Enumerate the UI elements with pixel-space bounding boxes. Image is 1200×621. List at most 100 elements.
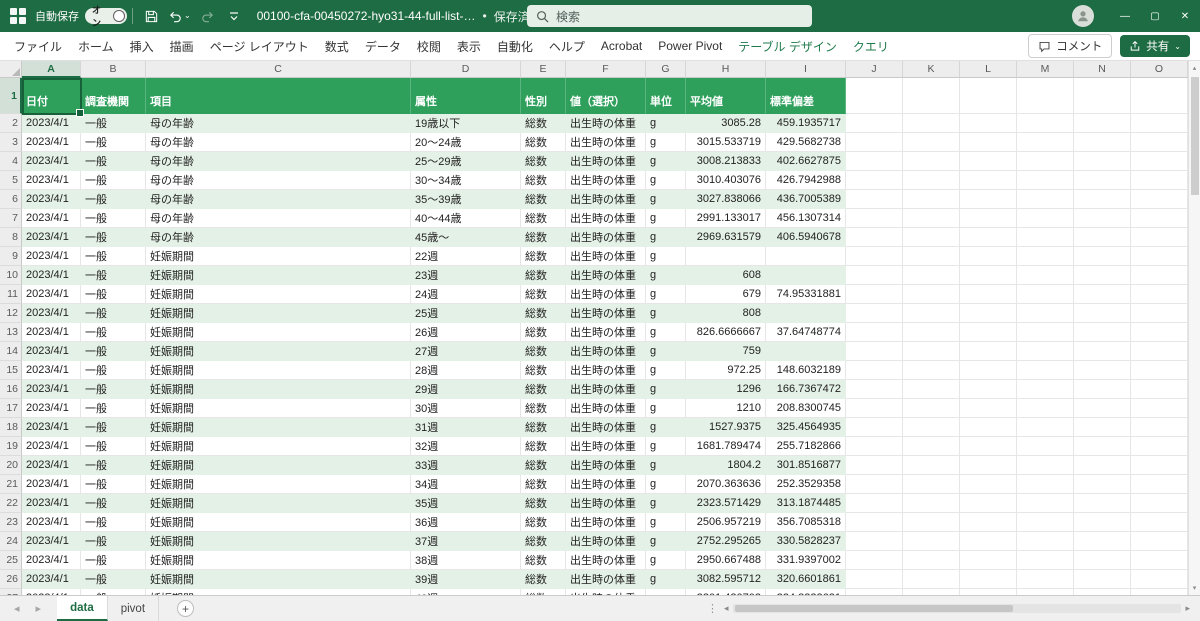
cell-A9[interactable]: 2023/4/1 <box>22 247 81 266</box>
document-title[interactable]: 00100-cfa-00450272-hyo31-44-full-list-… … <box>257 8 557 25</box>
cell-A2[interactable]: 2023/4/1 <box>22 114 81 133</box>
cell-A12[interactable]: 2023/4/1 <box>22 304 81 323</box>
cell-H22[interactable]: 2323.571429 <box>686 494 766 513</box>
share-button[interactable]: 共有 ⌄ <box>1120 35 1190 57</box>
cell-B1[interactable]: 調査機関 <box>81 78 146 114</box>
cell-J16[interactable] <box>846 380 903 399</box>
cell-H16[interactable]: 1296 <box>686 380 766 399</box>
cell-C17[interactable]: 妊娠期間 <box>146 399 411 418</box>
cell-L22[interactable] <box>960 494 1017 513</box>
cell-F6[interactable]: 出生時の体重 <box>566 190 646 209</box>
cell-G10[interactable]: g <box>646 266 686 285</box>
cell-O21[interactable] <box>1131 475 1188 494</box>
cell-E24[interactable]: 総数 <box>521 532 566 551</box>
cell-E23[interactable]: 総数 <box>521 513 566 532</box>
cell-K15[interactable] <box>903 361 960 380</box>
cell-F3[interactable]: 出生時の体重 <box>566 133 646 152</box>
cell-J22[interactable] <box>846 494 903 513</box>
cell-I16[interactable]: 166.7367472 <box>766 380 846 399</box>
cell-E11[interactable]: 総数 <box>521 285 566 304</box>
cell-D26[interactable]: 39週 <box>411 570 521 589</box>
cell-O25[interactable] <box>1131 551 1188 570</box>
cell-D17[interactable]: 30週 <box>411 399 521 418</box>
cell-G1[interactable]: 単位 <box>646 78 686 114</box>
cell-M16[interactable] <box>1017 380 1074 399</box>
cell-N13[interactable] <box>1074 323 1131 342</box>
cell-J8[interactable] <box>846 228 903 247</box>
row-header-2[interactable]: 2 <box>0 114 22 133</box>
cell-H6[interactable]: 3027.838066 <box>686 190 766 209</box>
cell-M24[interactable] <box>1017 532 1074 551</box>
cell-L7[interactable] <box>960 209 1017 228</box>
row-header-15[interactable]: 15 <box>0 361 22 380</box>
save-button[interactable] <box>139 3 163 29</box>
row-header-5[interactable]: 5 <box>0 171 22 190</box>
cell-O22[interactable] <box>1131 494 1188 513</box>
cell-F5[interactable]: 出生時の体重 <box>566 171 646 190</box>
cell-G14[interactable]: g <box>646 342 686 361</box>
cell-E9[interactable]: 総数 <box>521 247 566 266</box>
cell-K26[interactable] <box>903 570 960 589</box>
cell-F15[interactable]: 出生時の体重 <box>566 361 646 380</box>
cell-F18[interactable]: 出生時の体重 <box>566 418 646 437</box>
cell-O7[interactable] <box>1131 209 1188 228</box>
cell-D23[interactable]: 36週 <box>411 513 521 532</box>
cell-K7[interactable] <box>903 209 960 228</box>
column-header-B[interactable]: B <box>81 61 146 78</box>
cell-I8[interactable]: 406.5940678 <box>766 228 846 247</box>
cell-I19[interactable]: 255.7182866 <box>766 437 846 456</box>
cell-C8[interactable]: 母の年齢 <box>146 228 411 247</box>
column-header-M[interactable]: M <box>1017 61 1074 78</box>
cell-K1[interactable] <box>903 78 960 114</box>
cell-D12[interactable]: 25週 <box>411 304 521 323</box>
row-header-6[interactable]: 6 <box>0 190 22 209</box>
cell-F12[interactable]: 出生時の体重 <box>566 304 646 323</box>
menu-tab-home[interactable]: ホーム <box>70 32 122 60</box>
cell-G11[interactable]: g <box>646 285 686 304</box>
cell-I7[interactable]: 456.1307314 <box>766 209 846 228</box>
cell-L26[interactable] <box>960 570 1017 589</box>
cell-N19[interactable] <box>1074 437 1131 456</box>
cell-F17[interactable]: 出生時の体重 <box>566 399 646 418</box>
cell-K3[interactable] <box>903 133 960 152</box>
cell-O26[interactable] <box>1131 570 1188 589</box>
row-header-1[interactable]: 1 <box>0 78 22 114</box>
cell-O3[interactable] <box>1131 133 1188 152</box>
sheet-tab-pivot[interactable]: pivot <box>108 596 159 621</box>
cell-G22[interactable]: g <box>646 494 686 513</box>
cell-E6[interactable]: 総数 <box>521 190 566 209</box>
row-header-17[interactable]: 17 <box>0 399 22 418</box>
cell-B13[interactable]: 一般 <box>81 323 146 342</box>
cell-N16[interactable] <box>1074 380 1131 399</box>
cell-L24[interactable] <box>960 532 1017 551</box>
cell-H20[interactable]: 1804.2 <box>686 456 766 475</box>
cell-C5[interactable]: 母の年齢 <box>146 171 411 190</box>
cell-G20[interactable]: g <box>646 456 686 475</box>
cell-E8[interactable]: 総数 <box>521 228 566 247</box>
cell-D1[interactable]: 属性 <box>411 78 521 114</box>
cell-L20[interactable] <box>960 456 1017 475</box>
sheet-nav-left-icon[interactable]: ◂ <box>14 602 20 615</box>
cell-O1[interactable] <box>1131 78 1188 114</box>
cell-A15[interactable]: 2023/4/1 <box>22 361 81 380</box>
cell-J4[interactable] <box>846 152 903 171</box>
cell-I20[interactable]: 301.8516877 <box>766 456 846 475</box>
cell-A26[interactable]: 2023/4/1 <box>22 570 81 589</box>
cell-J10[interactable] <box>846 266 903 285</box>
cell-J9[interactable] <box>846 247 903 266</box>
cell-H5[interactable]: 3010.403076 <box>686 171 766 190</box>
cell-J14[interactable] <box>846 342 903 361</box>
row-header-23[interactable]: 23 <box>0 513 22 532</box>
cell-C1[interactable]: 項目 <box>146 78 411 114</box>
cell-E1[interactable]: 性別 <box>521 78 566 114</box>
column-header-F[interactable]: F <box>566 61 646 78</box>
cell-L10[interactable] <box>960 266 1017 285</box>
cell-A10[interactable]: 2023/4/1 <box>22 266 81 285</box>
cell-F19[interactable]: 出生時の体重 <box>566 437 646 456</box>
cell-H15[interactable]: 972.25 <box>686 361 766 380</box>
cell-N14[interactable] <box>1074 342 1131 361</box>
cell-L6[interactable] <box>960 190 1017 209</box>
cell-L12[interactable] <box>960 304 1017 323</box>
vertical-scroll-thumb[interactable] <box>1191 77 1199 195</box>
cell-M8[interactable] <box>1017 228 1074 247</box>
